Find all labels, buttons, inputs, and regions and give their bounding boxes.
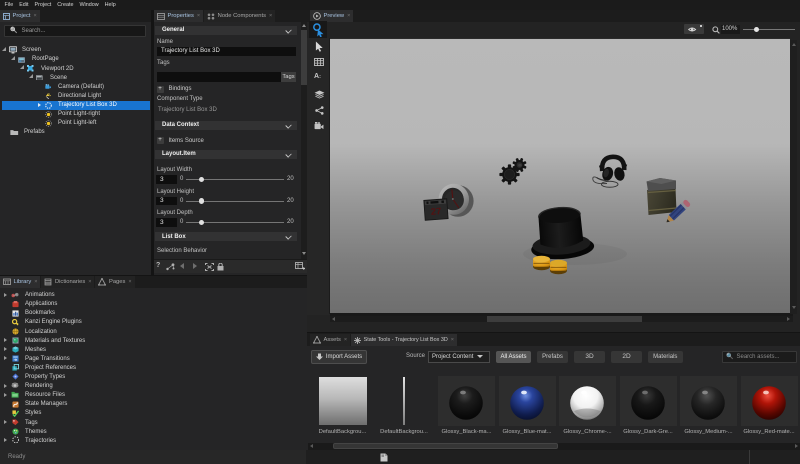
svg-text:27: 27 <box>430 206 441 218</box>
